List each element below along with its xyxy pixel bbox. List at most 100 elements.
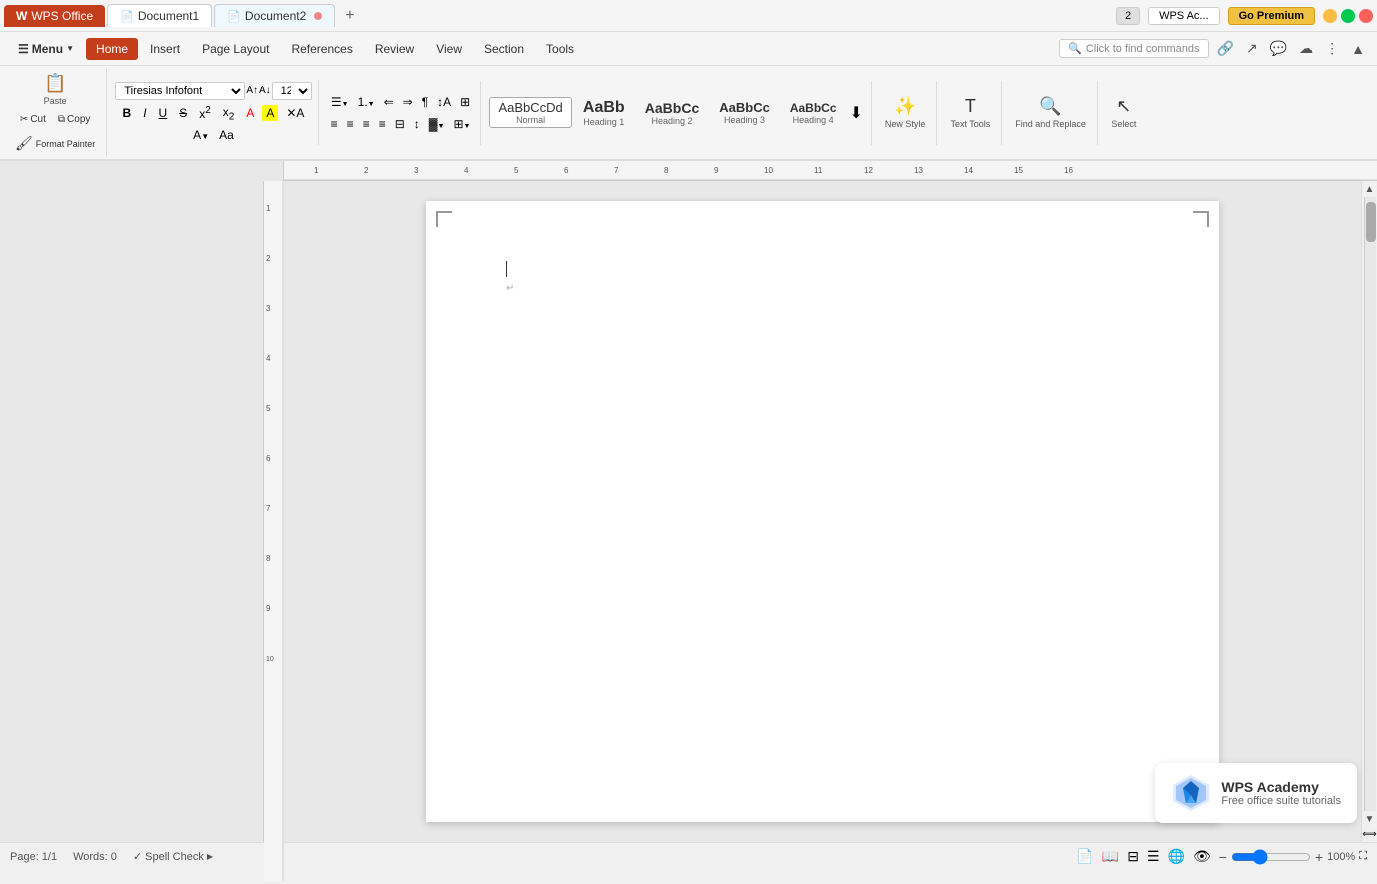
paste-button[interactable]: 📋 Paste — [37, 70, 73, 109]
fit-page-button[interactable]: ⛶ — [1359, 850, 1367, 863]
table-button[interactable]: ⊞ — [456, 93, 474, 111]
minimize-button[interactable] — [1323, 9, 1337, 23]
main-area: 12 34 56 78 910 ↵ ▲ ▼ — [0, 181, 1377, 842]
wps-account-button[interactable]: WPS Ac... — [1148, 7, 1220, 25]
close-button[interactable] — [1359, 9, 1373, 23]
italic-button[interactable]: I — [139, 105, 150, 121]
font-name-select[interactable]: Tiresias Infofont — [115, 82, 245, 100]
align-right-button[interactable]: ≡ — [359, 115, 374, 133]
share-icon[interactable]: 🔗 — [1213, 38, 1238, 59]
highlight-button[interactable]: A — [262, 105, 278, 121]
ruler-svg: 12 34 56 78 910 1112 1314 1516 — [284, 161, 1377, 181]
text-tools-button[interactable]: T Text Tools — [945, 93, 995, 132]
focus-mode-button[interactable]: 👁 — [1193, 848, 1211, 865]
column-button[interactable]: ⊟ — [391, 115, 409, 133]
shading-button[interactable]: ▓▼ — [425, 115, 449, 133]
font-section: Tiresias Infofont A↑ A↓ 12 B I U S x2 x2… — [109, 80, 318, 145]
document2-tab[interactable]: 📄 Document2 — [214, 4, 335, 27]
spell-check-label[interactable]: ✓ Spell Check ▶ — [133, 850, 213, 863]
style-heading2[interactable]: AaBbCc Heading 2 — [636, 97, 708, 129]
copy-button[interactable]: ⧉ Copy — [53, 111, 96, 128]
menu-home[interactable]: Home — [86, 38, 138, 60]
new-style-button[interactable]: ✨ New Style — [880, 93, 931, 132]
font-color-button[interactable]: A — [242, 105, 258, 121]
clear-format-button[interactable]: ✕A — [282, 105, 308, 121]
cloud-icon[interactable]: ☁ — [1295, 38, 1317, 59]
menu-review[interactable]: Review — [365, 38, 424, 60]
font-shrink-button[interactable]: A↓ — [259, 85, 271, 96]
document1-tab[interactable]: 📄 Document1 — [107, 4, 212, 27]
sort-button[interactable]: ↕A — [433, 93, 455, 111]
scroll-down-button[interactable]: ▼ — [1362, 811, 1377, 827]
wps-office-tab[interactable]: W WPS Office — [4, 5, 105, 27]
font-grow-button[interactable]: A↑ — [246, 85, 258, 96]
menu-page-layout[interactable]: Page Layout — [192, 38, 279, 60]
document-page[interactable]: ↵ — [426, 201, 1219, 822]
svg-text:7: 7 — [266, 504, 271, 513]
menu-references[interactable]: References — [281, 38, 362, 60]
menu-section[interactable]: Section — [474, 38, 534, 60]
bold-button[interactable]: B — [119, 105, 136, 121]
unsaved-indicator — [314, 12, 322, 20]
style-heading3[interactable]: AaBbCc Heading 3 — [710, 97, 779, 128]
show-formatting-button[interactable]: ¶ — [418, 93, 432, 111]
zoom-out-button[interactable]: − — [1219, 849, 1227, 865]
strikethrough-button[interactable]: S — [175, 105, 191, 121]
style-heading1[interactable]: AaBb Heading 1 — [574, 96, 634, 130]
web-view-button[interactable]: 🌐 — [1168, 848, 1185, 865]
menu-button[interactable]: ☰ Menu ▼ — [8, 38, 84, 60]
styles-expand-button[interactable]: ⬇ — [848, 101, 865, 125]
go-premium-button[interactable]: Go Premium — [1228, 7, 1315, 25]
command-search-box[interactable]: 🔍 Click to find commands — [1059, 39, 1208, 58]
outline-view-button[interactable]: ☰ — [1147, 848, 1160, 865]
superscript-button[interactable]: x2 — [195, 104, 215, 122]
maximize-button[interactable] — [1341, 9, 1355, 23]
subscript-button[interactable]: x2 — [219, 104, 239, 123]
decrease-indent-button[interactable]: ⇐ — [380, 93, 398, 111]
expand-icon[interactable]: ⟺ — [1362, 829, 1376, 840]
menu-tools[interactable]: Tools — [536, 38, 584, 60]
menu-insert[interactable]: Insert — [140, 38, 190, 60]
scroll-thumb[interactable] — [1366, 202, 1376, 242]
more-icon[interactable]: ⋮ — [1321, 38, 1343, 59]
bullet-list-button[interactable]: ☰▼ — [327, 93, 353, 111]
line-spacing-button[interactable]: ↕ — [410, 115, 424, 133]
style-normal[interactable]: AaBbCcDd Normal — [489, 97, 571, 128]
right-scrollbar: ▲ ▼ ⟺ — [1361, 181, 1377, 842]
numbered-list-button[interactable]: 1.▼ — [354, 93, 379, 111]
new-tab-button[interactable]: + — [337, 5, 362, 27]
search-placeholder: Click to find commands — [1086, 43, 1200, 55]
word-count: Words: 0 — [73, 851, 117, 863]
document-area[interactable]: ↵ — [284, 181, 1361, 842]
zoom-in-button[interactable]: + — [1315, 849, 1323, 865]
border-button[interactable]: ⊞▼ — [449, 115, 474, 133]
format-painter-button[interactable]: 🖌 Format Painter — [10, 132, 100, 155]
font-size-select[interactable]: 12 — [272, 82, 312, 100]
select-button[interactable]: ↖ Select — [1106, 93, 1142, 132]
svg-text:6: 6 — [266, 454, 271, 463]
doc-view-button[interactable]: 📄 — [1076, 848, 1093, 865]
scroll-up-button[interactable]: ▲ — [1362, 181, 1377, 197]
split-view-button[interactable]: ⊟ — [1127, 848, 1139, 865]
wps-logo-icon — [1171, 773, 1211, 813]
cut-button[interactable]: ✂ Cut — [15, 111, 51, 128]
zoom-slider[interactable] — [1231, 849, 1311, 865]
read-view-button[interactable]: 📖 — [1102, 848, 1119, 865]
text-effect-button[interactable]: A▼ — [189, 127, 213, 143]
align-left-button[interactable]: ≡ — [327, 115, 342, 133]
find-replace-button[interactable]: 🔍 Find and Replace — [1010, 93, 1091, 132]
comment-icon[interactable]: 💬 — [1266, 38, 1291, 59]
right-side-tools: ⟺ — [1360, 827, 1377, 842]
justify-button[interactable]: ≡ — [375, 115, 390, 133]
align-center-button[interactable]: ≡ — [343, 115, 358, 133]
menu-view[interactable]: View — [426, 38, 472, 60]
style-heading4[interactable]: AaBbCc Heading 4 — [781, 98, 846, 128]
collapse-icon[interactable]: ▲ — [1347, 39, 1369, 59]
underline-button[interactable]: U — [155, 105, 172, 121]
char-spacing-button[interactable]: Aa — [215, 127, 238, 143]
view-label: View — [436, 42, 462, 56]
export-icon[interactable]: ↗ — [1242, 38, 1262, 59]
increase-indent-button[interactable]: ⇒ — [399, 93, 417, 111]
scroll-track[interactable] — [1364, 197, 1376, 811]
font-format-row: B I U S x2 x2 A A ✕A — [119, 104, 309, 123]
